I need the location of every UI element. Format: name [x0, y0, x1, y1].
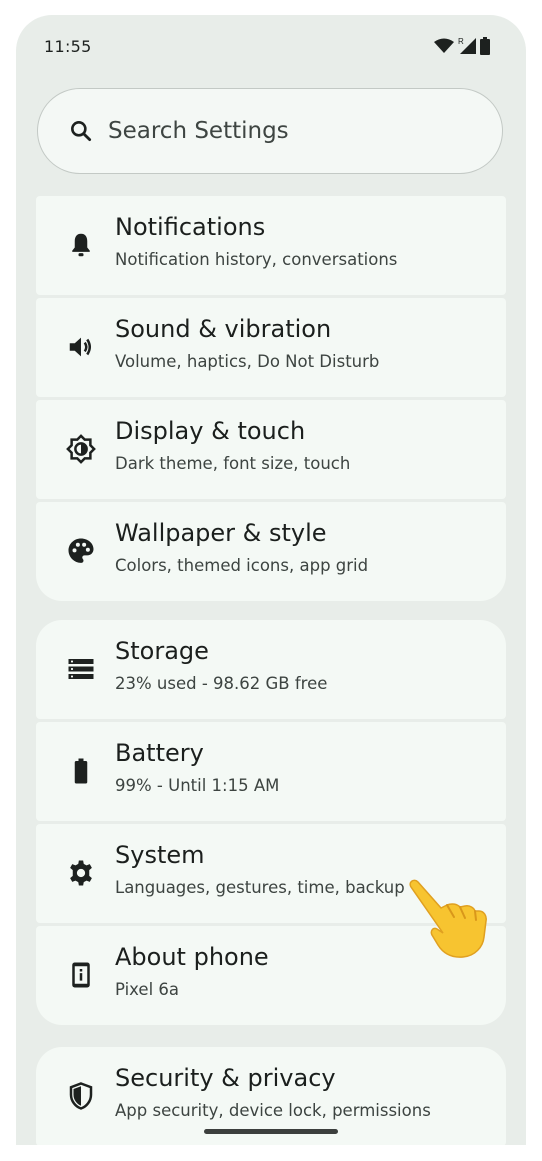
- bell-icon: [66, 230, 96, 260]
- item-title: Sound & vibration: [115, 315, 332, 343]
- item-title: System: [115, 841, 205, 869]
- wifi-icon: [434, 38, 454, 53]
- item-title: Battery: [115, 739, 204, 767]
- search-bar[interactable]: Search Settings: [37, 88, 503, 174]
- phone-screen: 11:55 R Search Settings Notifications No…: [16, 15, 526, 1145]
- item-title: Display & touch: [115, 417, 306, 445]
- search-icon: [68, 118, 94, 144]
- roaming-indicator: R: [458, 37, 464, 46]
- item-title: About phone: [115, 943, 269, 971]
- brightness-icon: [66, 434, 96, 464]
- signal-icon: R: [458, 37, 476, 54]
- settings-item-wallpaper[interactable]: Wallpaper & style Colors, themed icons, …: [36, 502, 506, 601]
- settings-item-notifications[interactable]: Notifications Notification history, conv…: [36, 196, 506, 295]
- settings-item-sound[interactable]: Sound & vibration Volume, haptics, Do No…: [36, 298, 506, 397]
- item-subtitle: 99% - Until 1:15 AM: [115, 776, 280, 795]
- storage-icon: [66, 654, 96, 684]
- item-title: Notifications: [115, 213, 266, 241]
- status-icons: R: [434, 37, 490, 55]
- item-title: Wallpaper & style: [115, 519, 327, 547]
- item-subtitle: Languages, gestures, time, backup: [115, 878, 405, 897]
- item-subtitle: 23% used - 98.62 GB free: [115, 674, 328, 693]
- shield-icon: [66, 1081, 96, 1111]
- settings-item-display[interactable]: Display & touch Dark theme, font size, t…: [36, 400, 506, 499]
- phone-info-icon: [66, 960, 96, 990]
- settings-item-storage[interactable]: Storage 23% used - 98.62 GB free: [36, 620, 506, 719]
- item-subtitle: Notification history, conversations: [115, 250, 398, 269]
- settings-item-battery[interactable]: Battery 99% - Until 1:15 AM: [36, 722, 506, 821]
- gear-icon: [66, 858, 96, 888]
- gesture-nav-handle[interactable]: [204, 1129, 338, 1134]
- item-subtitle: Volume, haptics, Do Not Disturb: [115, 352, 380, 371]
- battery-icon: [66, 756, 96, 786]
- item-subtitle: Dark theme, font size, touch: [115, 454, 351, 473]
- item-subtitle: App security, device lock, permissions: [115, 1101, 431, 1120]
- settings-group-personal: Notifications Notification history, conv…: [36, 196, 506, 601]
- item-title: Security & privacy: [115, 1064, 336, 1092]
- item-subtitle: Colors, themed icons, app grid: [115, 556, 369, 575]
- battery-icon: [480, 37, 490, 55]
- pointing-hand-icon: [409, 879, 487, 958]
- item-subtitle: Pixel 6a: [115, 980, 180, 999]
- search-placeholder: Search Settings: [108, 118, 289, 144]
- speaker-icon: [66, 332, 96, 362]
- status-time: 11:55: [44, 37, 92, 56]
- item-title: Storage: [115, 637, 209, 665]
- palette-icon: [66, 536, 96, 566]
